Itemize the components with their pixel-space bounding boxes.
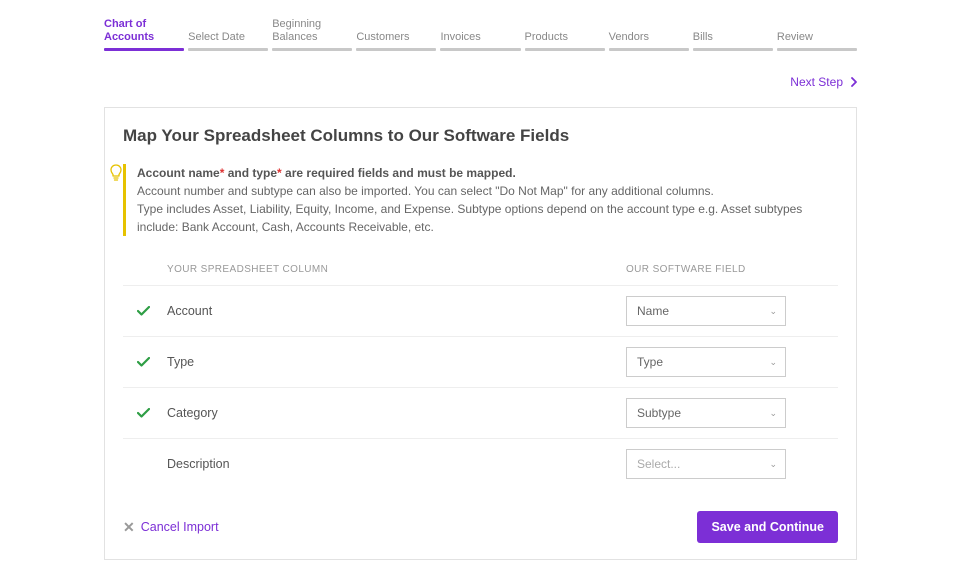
step-label: Beginning Balances bbox=[272, 18, 352, 48]
field-select[interactable]: Type ⌄ bbox=[626, 347, 786, 377]
close-icon: ✕ bbox=[123, 519, 135, 536]
chevron-down-icon: ⌄ bbox=[769, 459, 777, 470]
step-vendors[interactable]: Vendors bbox=[609, 18, 689, 51]
step-bar bbox=[356, 48, 436, 51]
next-step-link[interactable]: Next Step bbox=[790, 75, 857, 89]
step-bar bbox=[104, 48, 184, 51]
step-label: Products bbox=[525, 22, 605, 48]
step-products[interactable]: Products bbox=[525, 18, 605, 51]
step-chart-of-accounts[interactable]: Chart of Accounts bbox=[104, 18, 184, 51]
check-icon bbox=[137, 408, 150, 418]
mapping-table: YOUR SPREADSHEET COLUMN OUR SOFTWARE FIE… bbox=[123, 264, 838, 489]
step-bar bbox=[525, 48, 605, 51]
step-beginning-balances[interactable]: Beginning Balances bbox=[272, 18, 352, 51]
step-bar bbox=[609, 48, 689, 51]
cancel-import-link[interactable]: ✕ Cancel Import bbox=[123, 519, 219, 536]
chevron-down-icon: ⌄ bbox=[769, 408, 777, 419]
mapping-row: Category Subtype ⌄ bbox=[123, 387, 838, 438]
field-select-value: Select... bbox=[637, 457, 680, 471]
source-column-label: Description bbox=[167, 457, 626, 471]
card-title: Map Your Spreadsheet Columns to Our Soft… bbox=[123, 126, 838, 146]
row-check bbox=[123, 357, 167, 367]
mapping-card: Map Your Spreadsheet Columns to Our Soft… bbox=[104, 107, 857, 560]
lightbulb-icon bbox=[109, 164, 123, 236]
row-check bbox=[123, 408, 167, 418]
step-label: Chart of Accounts bbox=[104, 18, 184, 48]
save-and-continue-button[interactable]: Save and Continue bbox=[697, 511, 838, 543]
tip-callout: Account name* and type* are required fie… bbox=[123, 164, 838, 236]
source-column-label: Account bbox=[167, 304, 626, 318]
column-header-destination: OUR SOFTWARE FIELD bbox=[626, 264, 838, 275]
step-bar bbox=[272, 48, 352, 51]
check-icon bbox=[137, 357, 150, 367]
mapping-row: Description Select... ⌄ bbox=[123, 438, 838, 489]
row-check bbox=[123, 306, 167, 316]
step-label: Vendors bbox=[609, 22, 689, 48]
step-label: Bills bbox=[693, 22, 773, 48]
step-customers[interactable]: Customers bbox=[356, 18, 436, 51]
step-label: Review bbox=[777, 22, 857, 48]
step-bills[interactable]: Bills bbox=[693, 18, 773, 51]
chevron-down-icon: ⌄ bbox=[769, 357, 777, 368]
tip-body: Account name* and type* are required fie… bbox=[137, 164, 838, 236]
step-label: Select Date bbox=[188, 22, 268, 48]
cancel-import-label: Cancel Import bbox=[141, 520, 219, 534]
step-bar bbox=[777, 48, 857, 51]
field-select-value: Subtype bbox=[637, 406, 681, 420]
source-column-label: Type bbox=[167, 355, 626, 369]
step-select-date[interactable]: Select Date bbox=[188, 18, 268, 51]
field-select-value: Type bbox=[637, 355, 663, 369]
step-review[interactable]: Review bbox=[777, 18, 857, 51]
field-select[interactable]: Name ⌄ bbox=[626, 296, 786, 326]
stepper: Chart of AccountsSelect DateBeginning Ba… bbox=[104, 18, 857, 51]
column-header-source: YOUR SPREADSHEET COLUMN bbox=[167, 264, 626, 275]
field-select[interactable]: Select... ⌄ bbox=[626, 449, 786, 479]
chevron-down-icon: ⌄ bbox=[769, 306, 777, 317]
chevron-right-icon bbox=[851, 77, 857, 87]
mapping-row: Account Name ⌄ bbox=[123, 285, 838, 336]
step-bar bbox=[693, 48, 773, 51]
step-invoices[interactable]: Invoices bbox=[440, 18, 520, 51]
field-select-value: Name bbox=[637, 304, 669, 318]
step-label: Customers bbox=[356, 22, 436, 48]
field-select[interactable]: Subtype ⌄ bbox=[626, 398, 786, 428]
step-bar bbox=[440, 48, 520, 51]
step-bar bbox=[188, 48, 268, 51]
check-icon bbox=[137, 306, 150, 316]
next-step-label: Next Step bbox=[790, 75, 843, 89]
mapping-row: Type Type ⌄ bbox=[123, 336, 838, 387]
source-column-label: Category bbox=[167, 406, 626, 420]
step-label: Invoices bbox=[440, 22, 520, 48]
